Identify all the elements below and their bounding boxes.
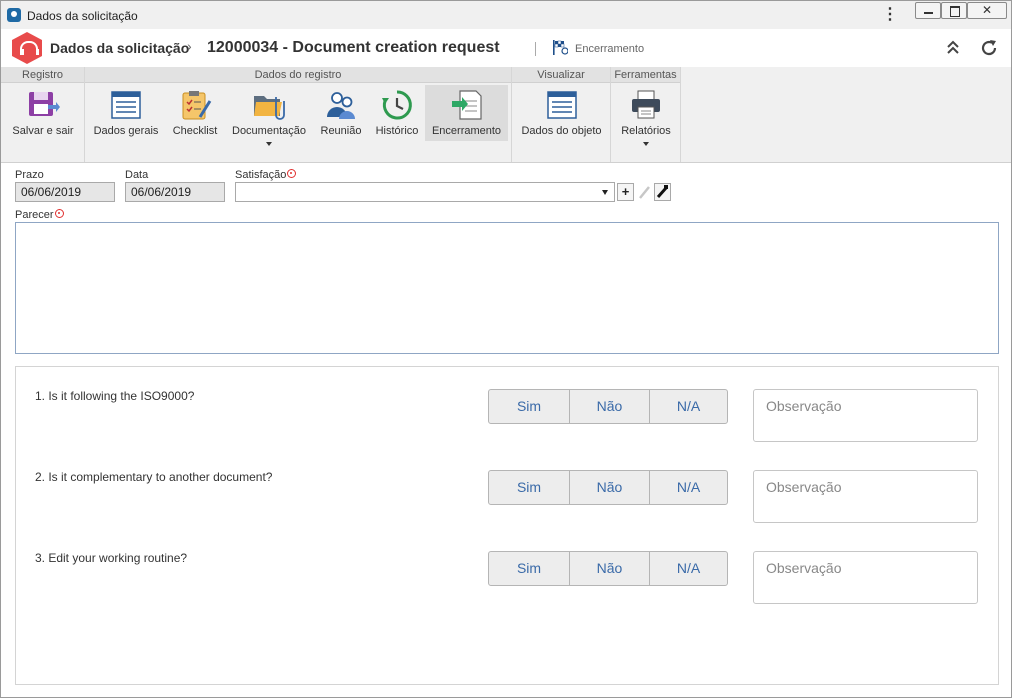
deadline-label: Prazo [15, 169, 44, 181]
answer-yes-button[interactable]: Sim [489, 390, 569, 423]
date-field: 06/06/2019 [125, 182, 225, 202]
form-window-icon [546, 91, 577, 119]
required-icon [54, 209, 64, 218]
history-clock-icon [382, 90, 412, 120]
status-label: Encerramento [575, 43, 645, 55]
ribbon-group-title: Registro [1, 67, 84, 83]
object-data-button[interactable]: Dados do objeto [517, 85, 606, 141]
breadcrumb-parent[interactable]: Dados da solicitação [50, 40, 189, 56]
answer-yes-button[interactable]: Sim [489, 552, 569, 585]
object-data-label: Dados do objeto [521, 125, 602, 137]
date-label: Data [125, 169, 149, 181]
observation-input[interactable]: Observação [753, 470, 978, 523]
close-button[interactable]: ✕ [967, 2, 1007, 19]
answer-no-button[interactable]: Não [569, 390, 649, 423]
minimize-button[interactable] [915, 2, 941, 19]
maximize-button[interactable] [941, 2, 967, 19]
answer-no-button[interactable]: Não [569, 471, 649, 504]
history-button[interactable]: Histórico [371, 85, 423, 141]
support-headset-icon [12, 32, 42, 64]
answer-no-button[interactable]: Não [569, 552, 649, 585]
closure-button[interactable]: Encerramento [425, 85, 508, 141]
add-button[interactable]: + [617, 183, 634, 201]
satisfaction-label-group: Satisfação [235, 169, 297, 181]
ribbon-group-ferramentas: Ferramentas Relatórios [611, 67, 681, 162]
meeting-people-icon [327, 92, 355, 119]
answer-toggle-group: Sim Não N/A [488, 389, 728, 424]
printer-icon [632, 90, 660, 119]
question-text: 3. Edit your working routine? [35, 551, 188, 565]
opinion-textarea[interactable] [15, 222, 999, 354]
observation-input[interactable]: Observação [753, 389, 978, 442]
request-window: Dados da solicitação ⋮ ✕ Dados da solici… [0, 0, 1012, 698]
save-and-exit-label: Salvar e sair [12, 125, 74, 137]
pencil-icon[interactable] [637, 184, 651, 200]
opinion-label-group: Parecer [15, 209, 64, 221]
answer-toggle-group: Sim Não N/A [488, 470, 728, 505]
ribbon-group-title: Visualizar [512, 67, 610, 83]
collapse-up-icon[interactable] [945, 39, 961, 57]
general-data-button[interactable]: Dados gerais [91, 85, 161, 141]
required-icon [287, 169, 297, 178]
refresh-icon[interactable] [979, 38, 999, 58]
satisfaction-label: Satisfação [235, 169, 287, 181]
chevron-down-icon [643, 142, 649, 146]
window-title: Dados da solicitação [27, 9, 138, 23]
ribbon-group-visualizar: Visualizar Dados do objeto [512, 67, 611, 162]
general-data-label: Dados gerais [93, 125, 159, 137]
record-title: 12000034 - Document creation request [207, 39, 500, 56]
satisfaction-select[interactable] [235, 182, 615, 202]
eraser-brush-icon [656, 185, 668, 198]
deadline-field: 06/06/2019 [15, 182, 115, 202]
observation-input[interactable]: Observação [753, 551, 978, 604]
save-and-exit-button[interactable]: Salvar e sair [5, 85, 81, 141]
title-bar: Dados da solicitação ⋮ ✕ [1, 1, 1011, 29]
app-icon [7, 8, 21, 22]
question-text: 2. Is it complementary to another docume… [35, 470, 273, 484]
closure-document-icon [451, 90, 482, 120]
meeting-button[interactable]: Reunião [315, 85, 367, 141]
checklist-button[interactable]: Checklist [167, 85, 223, 141]
answer-yes-button[interactable]: Sim [489, 471, 569, 504]
reports-button[interactable]: Relatórios [615, 85, 677, 146]
ribbon-toolbar: Registro Salvar e sair Dados do registro [1, 67, 1011, 163]
ribbon-group-dados-registro: Dados do registro Dados gerais Checklist… [85, 67, 512, 162]
question-text: 1. Is it following the ISO9000? [35, 389, 195, 403]
clear-button[interactable] [654, 183, 671, 201]
ribbon-group-registro: Registro Salvar e sair [1, 67, 85, 162]
record-header: Dados da solicitação › 12000034 - Docume… [1, 29, 1011, 67]
reports-label: Relatórios [621, 125, 671, 137]
more-options-icon[interactable]: ⋮ [882, 7, 898, 23]
dropdown-arrow-icon [602, 190, 608, 195]
documentation-label: Documentação [232, 125, 306, 137]
checklist-label: Checklist [172, 125, 218, 137]
save-exit-icon [29, 92, 60, 116]
answer-na-button[interactable]: N/A [649, 552, 727, 585]
chevron-down-icon [266, 142, 272, 146]
answer-toggle-group: Sim Não N/A [488, 551, 728, 586]
checklist-clipboard-icon [182, 91, 212, 120]
meeting-label: Reunião [320, 125, 362, 137]
documentation-button[interactable]: Documentação [229, 85, 309, 146]
checkered-flag-icon [553, 40, 568, 55]
header-divider [535, 42, 536, 56]
breadcrumb-separator: › [187, 38, 192, 54]
closure-label: Encerramento [431, 125, 502, 137]
answer-na-button[interactable]: N/A [649, 390, 727, 423]
answer-na-button[interactable]: N/A [649, 471, 727, 504]
ribbon-group-title: Dados do registro [85, 67, 511, 83]
form-window-icon [111, 91, 141, 119]
ribbon-group-title: Ferramentas [611, 67, 680, 83]
close-icon: ✕ [981, 3, 993, 17]
folder-attachment-icon [254, 96, 285, 120]
opinion-label: Parecer [15, 209, 54, 221]
history-label: Histórico [375, 125, 419, 137]
